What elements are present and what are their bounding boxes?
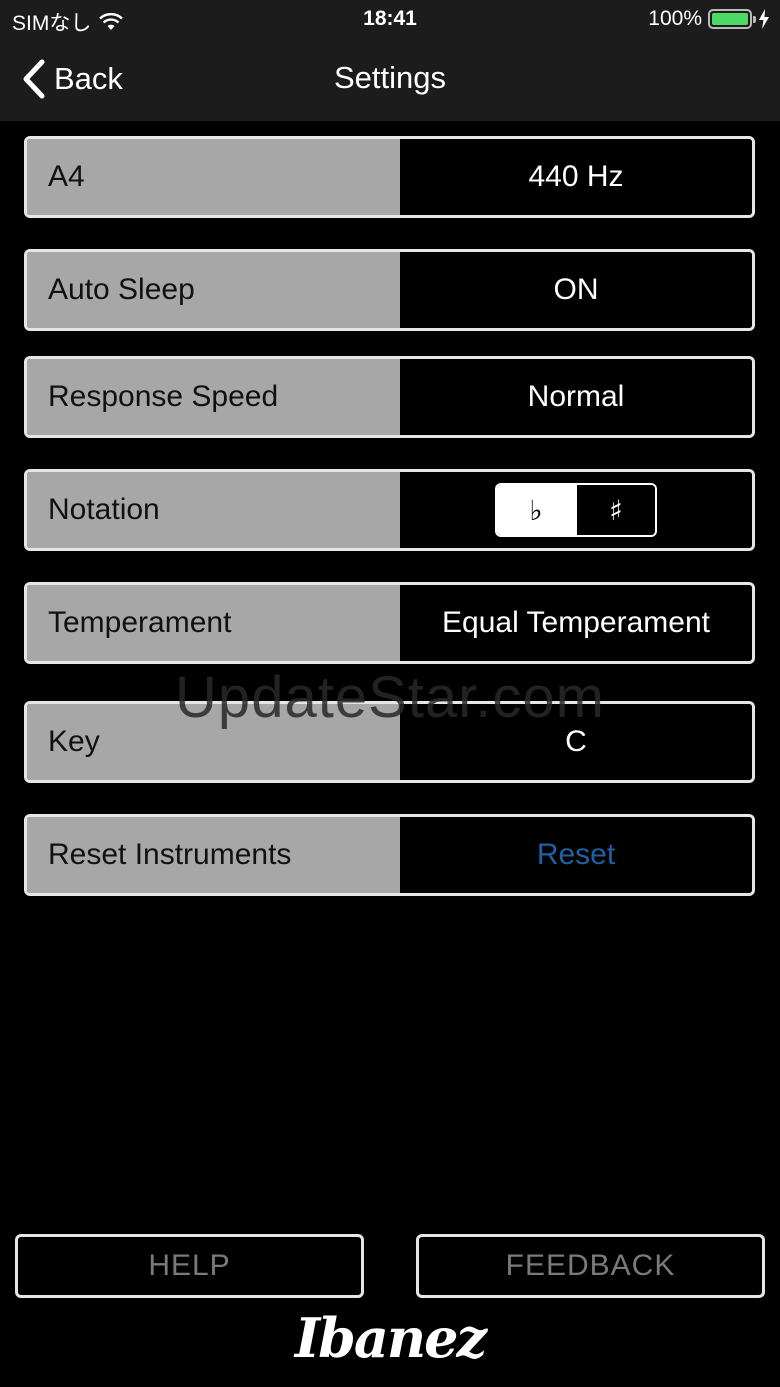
reset-button[interactable]: Reset	[400, 817, 752, 893]
battery-icon	[708, 9, 756, 29]
setting-value-key[interactable]: C	[400, 704, 752, 780]
setting-row-key: Key C	[24, 701, 755, 783]
battery-fill	[712, 13, 748, 25]
setting-label: Response Speed	[27, 359, 400, 435]
setting-label: Key	[27, 704, 400, 780]
setting-value-response-speed[interactable]: Normal	[400, 359, 752, 435]
status-bar: SIMなし 18:41 100%	[0, 0, 780, 40]
battery-percent: 100%	[648, 7, 702, 30]
setting-label: A4	[27, 139, 400, 215]
setting-value-auto-sleep[interactable]: ON	[400, 252, 752, 328]
notation-control: ♭ ♯	[400, 472, 752, 548]
feedback-button[interactable]: FEEDBACK	[416, 1234, 765, 1298]
setting-row-response-speed: Response Speed Normal	[24, 356, 755, 438]
setting-label: Reset Instruments	[27, 817, 400, 893]
setting-label: Auto Sleep	[27, 252, 400, 328]
nav-bar: Back Settings	[0, 40, 780, 121]
notation-segmented-control: ♭ ♯	[495, 483, 657, 537]
page-title: Settings	[333, 60, 446, 95]
setting-value-temperament[interactable]: Equal Temperament	[400, 585, 752, 661]
setting-row-notation: Notation ♭ ♯	[24, 469, 755, 551]
setting-row-temperament: Temperament Equal Temperament	[24, 582, 755, 664]
ibanez-logo: Ibanez	[294, 1306, 487, 1370]
setting-value-a4[interactable]: 440 Hz	[400, 139, 752, 215]
setting-label: Temperament	[27, 585, 400, 661]
setting-row-reset-instruments: Reset Instruments Reset	[24, 814, 755, 896]
sharp-segment[interactable]: ♯	[575, 485, 655, 535]
status-right: 100%	[648, 7, 770, 31]
flat-segment[interactable]: ♭	[497, 485, 575, 535]
setting-label: Notation	[27, 472, 400, 548]
setting-row-a4: A4 440 Hz	[24, 136, 755, 218]
help-button[interactable]: HELP	[15, 1234, 364, 1298]
setting-row-auto-sleep: Auto Sleep ON	[24, 249, 755, 331]
top-bar: SIMなし 18:41 100% Back Settings	[0, 0, 780, 121]
charging-icon	[759, 9, 769, 29]
